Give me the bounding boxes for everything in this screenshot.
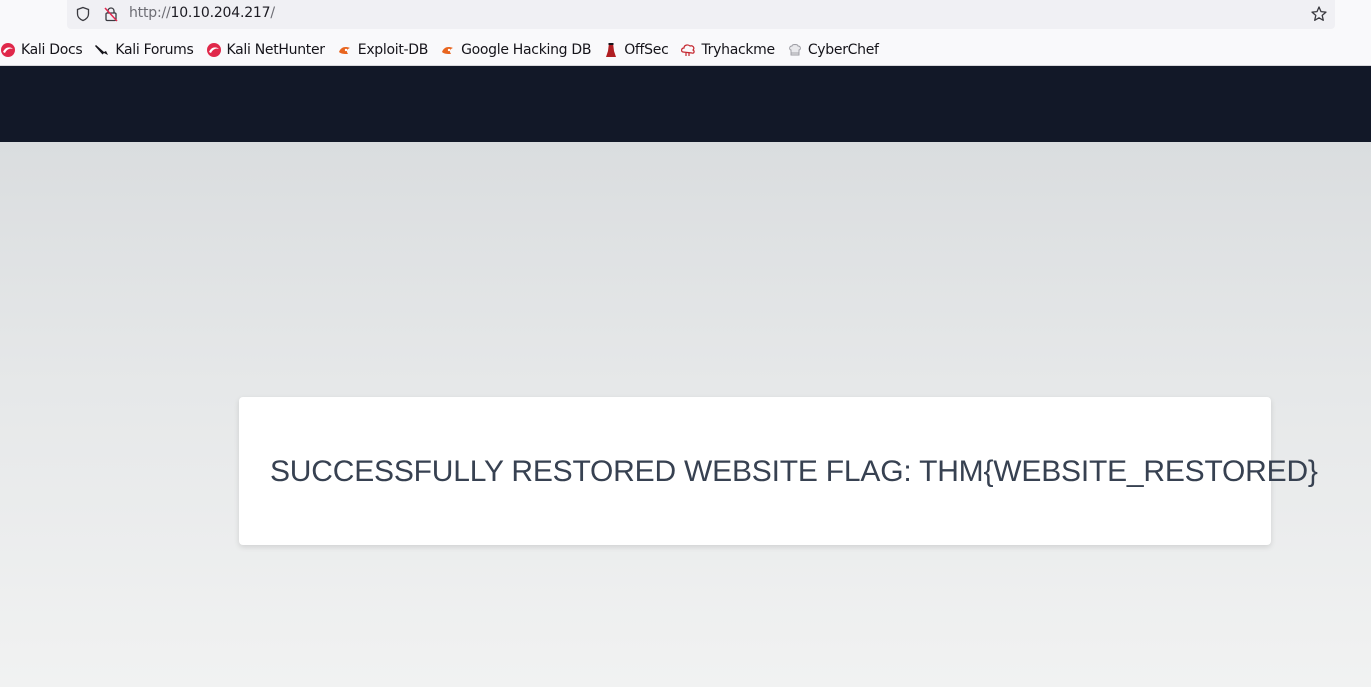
bookmark-label: Tryhackme (701, 42, 775, 58)
cyberchef-icon (789, 44, 801, 56)
bookmark-label: Google Hacking DB (461, 42, 592, 58)
bookmark-kali-nethunter[interactable]: Kali NetHunter (206, 38, 325, 62)
kali-knife-icon (95, 45, 109, 55)
bookmark-kali-forums[interactable]: Kali Forums (94, 38, 194, 62)
bookmark-tryhackme[interactable]: Tryhackme (680, 38, 775, 62)
bookmark-label: Kali Docs (21, 42, 83, 58)
bookmark-star-icon[interactable] (1310, 5, 1328, 23)
exploit-db-icon (338, 47, 350, 54)
tryhackme-icon (681, 44, 696, 56)
tracking-protection-shield-icon[interactable] (75, 6, 91, 22)
bookmark-label: OffSec (624, 42, 669, 58)
bookmark-exploit-db[interactable]: Exploit-DB (337, 38, 428, 62)
ghdb-icon (442, 47, 454, 54)
url-host: 10.10.204.217 (170, 5, 271, 21)
bookmark-offsec[interactable]: OffSec (603, 38, 669, 62)
bookmarks-toolbar: Kali Docs Kali Forums Kali NetHunter Exp… (0, 38, 891, 62)
bookmark-cyberchef[interactable]: CyberChef (787, 38, 879, 62)
offsec-icon (606, 43, 617, 57)
address-bar[interactable]: http://10.10.204.217/ (67, 0, 1335, 29)
bookmark-kali-docs[interactable]: Kali Docs (0, 38, 83, 62)
flag-card: SUCCESSFULLY RESTORED WEBSITE FLAG: THM{… (239, 397, 1318, 545)
bookmark-label: Kali NetHunter (226, 42, 326, 58)
insecure-lock-icon[interactable] (103, 6, 119, 22)
flag-message: SUCCESSFULLY RESTORED WEBSITE FLAG: THM{… (270, 455, 1318, 488)
url-text[interactable]: http://10.10.204.217/ (129, 5, 275, 21)
browser-chrome: http://10.10.204.217/ Kali Docs Kali For… (0, 0, 1371, 66)
url-path: / (270, 5, 275, 21)
kali-dragon-icon (1, 43, 15, 57)
kali-dragon-icon (206, 43, 221, 57)
bookmark-label: Exploit-DB (357, 42, 429, 58)
bookmark-label: Kali Forums (115, 42, 194, 58)
bookmark-label: CyberChef (807, 42, 879, 58)
bookmark-google-hacking-db[interactable]: Google Hacking DB (440, 38, 592, 62)
url-scheme: http:// (129, 5, 171, 21)
site-header (0, 66, 1371, 142)
